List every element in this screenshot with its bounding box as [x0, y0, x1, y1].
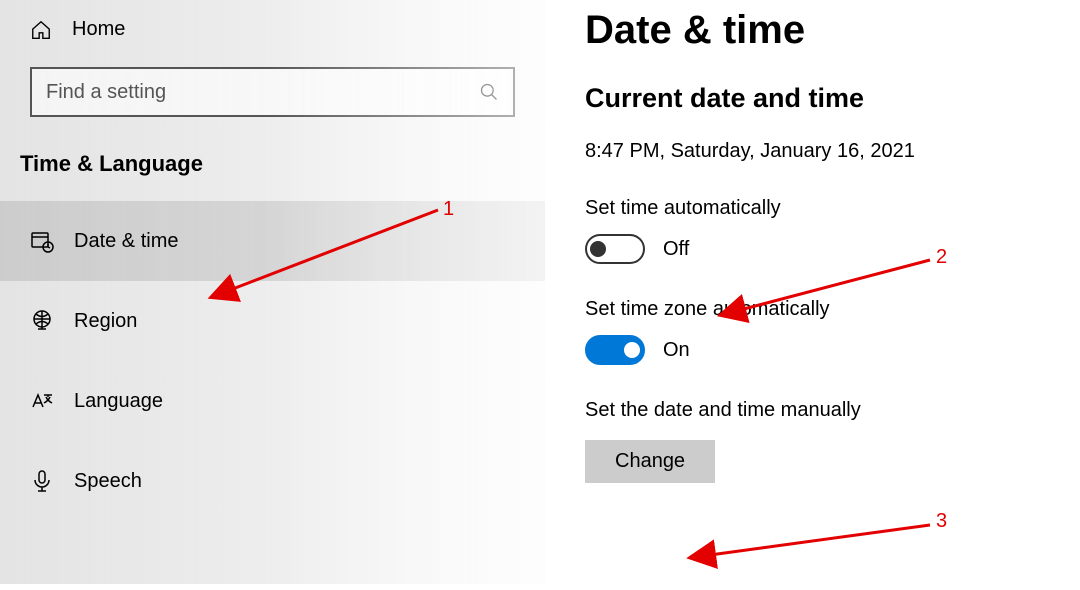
sidebar-blur — [265, 0, 545, 584]
sidebar: Home Time & Language Date & time — [0, 0, 545, 584]
sidebar-item-label: Region — [74, 310, 137, 333]
auto-tz-state: On — [663, 339, 690, 362]
language-icon — [30, 389, 54, 413]
auto-tz-toggle[interactable] — [585, 335, 645, 365]
sidebar-item-label: Date & time — [74, 230, 178, 253]
sidebar-item-label: Language — [74, 390, 163, 413]
microphone-icon — [30, 469, 54, 493]
page-title: Date & time — [585, 8, 1080, 53]
auto-tz-row: On — [585, 335, 1080, 365]
auto-time-state: Off — [663, 238, 689, 261]
home-label: Home — [72, 18, 125, 41]
change-button[interactable]: Change — [585, 440, 715, 483]
auto-time-row: Off — [585, 234, 1080, 264]
main-panel: Date & time Current date and time 8:47 P… — [585, 0, 1080, 584]
section-title: Current date and time — [585, 83, 1080, 114]
globe-icon — [30, 309, 54, 333]
home-icon — [30, 19, 52, 41]
auto-time-label: Set time automatically — [585, 197, 1080, 220]
sidebar-item-label: Speech — [74, 470, 142, 493]
calendar-clock-icon — [30, 229, 54, 253]
auto-tz-label: Set time zone automatically — [585, 298, 1080, 321]
auto-time-toggle[interactable] — [585, 234, 645, 264]
current-datetime: 8:47 PM, Saturday, January 16, 2021 — [585, 140, 1080, 163]
manual-label: Set the date and time manually — [585, 399, 1080, 422]
